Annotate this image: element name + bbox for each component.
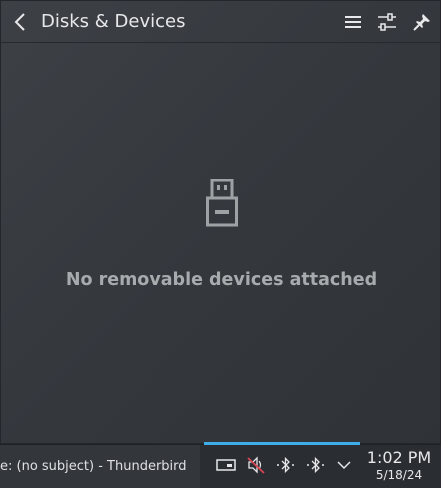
chevron-down-icon xyxy=(337,461,351,470)
hamburger-menu-icon xyxy=(345,16,361,28)
tray-bluetooth-button-2[interactable] xyxy=(305,455,327,475)
popup-title: Disks & Devices xyxy=(41,11,186,32)
tray-bluetooth-button-1[interactable] xyxy=(275,455,297,475)
tray-audio-button[interactable] xyxy=(245,455,267,475)
audio-muted-icon xyxy=(247,456,265,474)
usb-drive-icon xyxy=(206,178,238,227)
configure-button[interactable] xyxy=(376,11,398,33)
tray-expand-button[interactable] xyxy=(333,455,355,475)
chevron-left-icon xyxy=(14,13,25,31)
back-button[interactable] xyxy=(9,10,33,34)
menu-button[interactable] xyxy=(342,11,364,33)
task-item-thunderbird[interactable]: e: (no subject) - Thunderbird xyxy=(0,445,200,488)
digital-clock[interactable]: 1:02 PM 5/18/24 xyxy=(362,448,436,482)
pin-button[interactable] xyxy=(411,11,433,33)
tray-disks-button[interactable] xyxy=(215,455,237,475)
pin-icon xyxy=(413,14,430,31)
disks-icon xyxy=(216,459,236,471)
disks-devices-popup: Disks & Devices No removable devices att… xyxy=(0,0,441,444)
sliders-icon xyxy=(378,13,396,31)
task-label: e: (no subject) - Thunderbird xyxy=(0,459,187,474)
empty-state-message: No removable devices attached xyxy=(65,270,378,290)
popup-header: Disks & Devices xyxy=(1,1,441,43)
clock-date: 5/18/24 xyxy=(375,468,423,482)
clock-time: 1:02 PM xyxy=(366,448,432,467)
active-tray-indicator xyxy=(204,442,360,445)
bluetooth-icon xyxy=(277,456,294,474)
bluetooth-icon xyxy=(307,456,324,474)
